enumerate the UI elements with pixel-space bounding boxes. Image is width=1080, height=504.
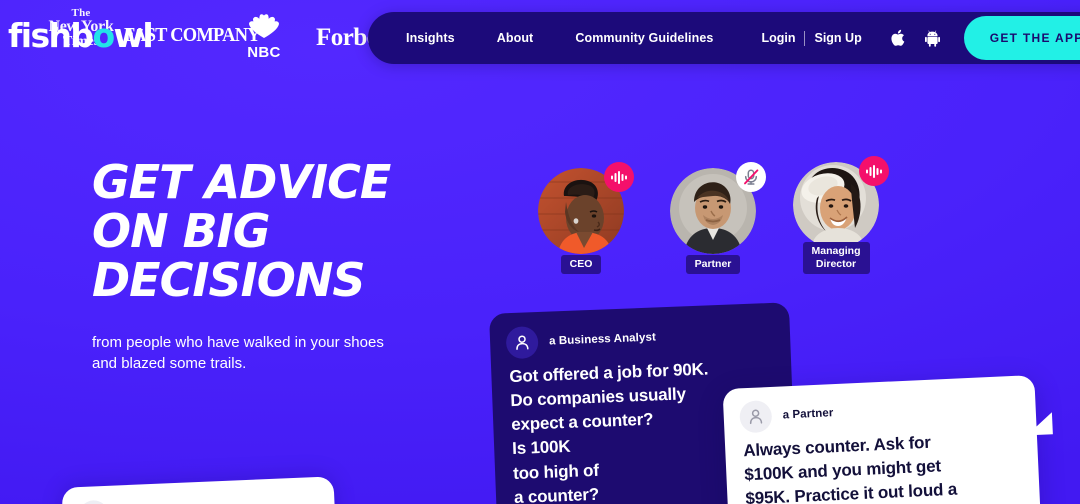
hero-headline: GET ADVICE ON BIG DECISIONS bbox=[92, 158, 492, 304]
speaker-avatars-group: CEO Partner Managing Director bbox=[520, 156, 920, 288]
hero-subtitle: from people who have walked in your shoe… bbox=[92, 334, 384, 372]
nbc-wordmark: NBC bbox=[247, 44, 281, 61]
mic-muted-icon bbox=[736, 162, 766, 192]
chat-author-question: a Business Analyst bbox=[548, 331, 657, 348]
fishbowl-logo[interactable]: fishbowl bbox=[8, 16, 154, 55]
nbc-logo: NBC bbox=[238, 14, 290, 62]
fishbowl-logo-suffix: wl bbox=[113, 16, 154, 55]
nav-auth-group: Login Sign Up bbox=[761, 30, 862, 46]
avatar bbox=[793, 156, 889, 248]
live-audio-icon bbox=[604, 162, 634, 192]
avatar bbox=[670, 162, 766, 254]
role-badge-managing-director: Managing Director bbox=[802, 242, 870, 274]
chat-message-answer: Always counter. Ask for $100K and you mi… bbox=[742, 432, 958, 504]
fishbowl-logo-accent-o: o bbox=[92, 16, 115, 55]
main-navigation-bar: Insights About Community Guidelines Logi… bbox=[368, 12, 1080, 64]
role-badge-partner: Partner bbox=[685, 255, 741, 274]
apple-icon[interactable] bbox=[890, 29, 905, 47]
live-audio-icon bbox=[859, 156, 889, 186]
person-icon bbox=[739, 399, 773, 434]
chat-bubble-partial-bottom bbox=[61, 476, 339, 504]
chat-bubble-answer: a Partner Always counter. Ask for $100K … bbox=[722, 375, 1042, 504]
nav-links-group: Insights About Community Guidelines bbox=[406, 31, 713, 45]
hero-headline-line-2: ON BIG bbox=[92, 203, 271, 258]
speaker-avatar-partner[interactable]: Partner bbox=[665, 162, 766, 274]
speaker-avatar-ceo[interactable]: CEO bbox=[533, 162, 634, 274]
chat-author-answer: a Partner bbox=[782, 407, 834, 422]
hero-headline-line-3: DECISIONS bbox=[92, 252, 365, 307]
hero-copy-block: GET ADVICE ON BIG DECISIONS from people … bbox=[92, 158, 492, 374]
person-icon bbox=[505, 325, 539, 360]
role-badge-ceo: CEO bbox=[560, 255, 602, 274]
nav-link-insights[interactable]: Insights bbox=[406, 31, 455, 45]
nav-link-community-guidelines[interactable]: Community Guidelines bbox=[575, 31, 713, 45]
nav-link-about[interactable]: About bbox=[497, 31, 534, 45]
landing-page-hero: The New York Times fishbowl FAST COMPANY bbox=[0, 0, 1080, 504]
hero-headline-line-1: GET ADVICE bbox=[92, 155, 391, 209]
app-store-icons-group bbox=[890, 29, 940, 47]
avatar bbox=[538, 162, 634, 254]
nbc-peacock-icon bbox=[238, 14, 290, 43]
chat-bubble-answer-header: a Partner bbox=[739, 389, 1020, 434]
android-icon[interactable] bbox=[924, 29, 940, 47]
chat-bubble-question-header: a Business Analyst bbox=[505, 317, 775, 360]
login-link[interactable]: Login bbox=[761, 31, 795, 45]
speaker-avatar-managing-director[interactable]: Managing Director bbox=[788, 156, 889, 274]
fishbowl-logo-prefix: fishb bbox=[8, 16, 94, 55]
signup-link[interactable]: Sign Up bbox=[814, 31, 861, 45]
person-icon bbox=[78, 499, 110, 504]
get-the-app-button[interactable]: GET THE APP bbox=[963, 16, 1080, 60]
auth-divider bbox=[804, 30, 806, 46]
